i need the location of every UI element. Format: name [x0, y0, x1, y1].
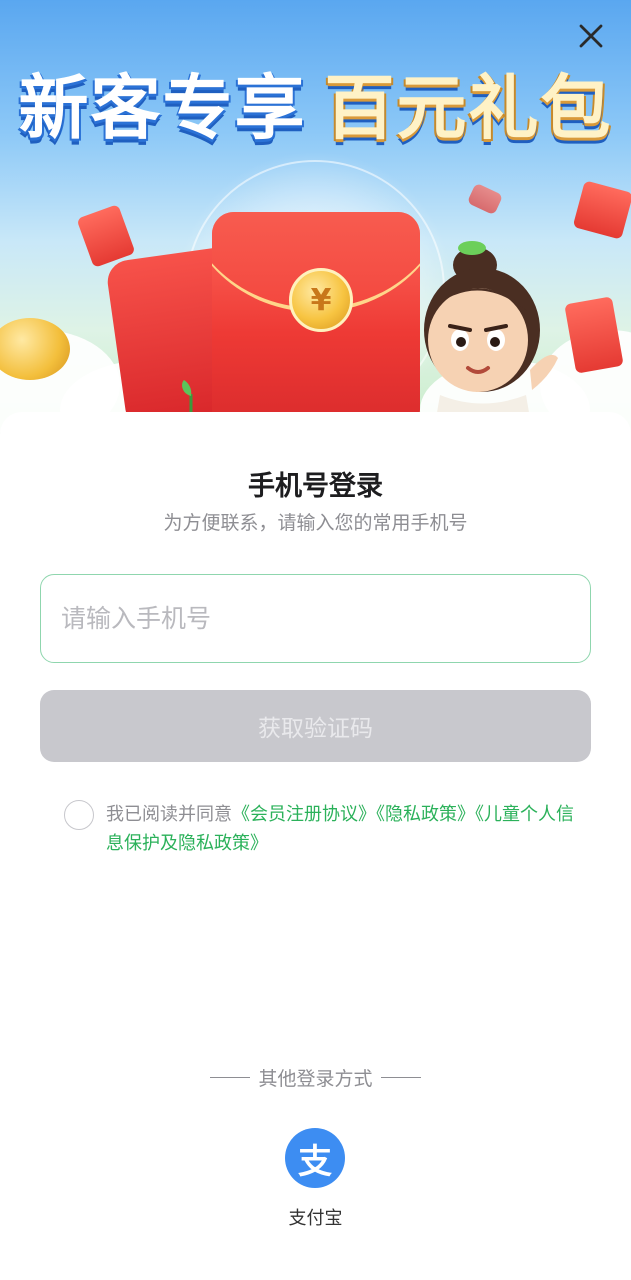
- yuan-coin-icon: ¥: [289, 268, 353, 332]
- close-icon: [579, 24, 603, 48]
- other-login-label: 其他登录方式: [258, 1068, 373, 1090]
- agreement-text: 我已阅读并同意《会员注册协议》《隐私政策》《儿童个人信息保护及隐私政策》: [106, 800, 584, 858]
- mini-envelope-icon: [572, 180, 631, 240]
- headline-gift-pack: 百元礼包: [324, 67, 613, 149]
- close-button[interactable]: [573, 18, 609, 54]
- get-code-button[interactable]: 获取验证码: [40, 690, 591, 762]
- phone-input[interactable]: [40, 574, 591, 663]
- other-login-divider: 其他登录方式: [0, 1064, 631, 1091]
- agreement-checkbox[interactable]: [64, 800, 94, 830]
- alipay-label: 支付宝: [288, 1208, 343, 1229]
- member-agreement-link[interactable]: 《会员注册协议》: [232, 804, 376, 825]
- mini-envelope-icon: [76, 204, 136, 268]
- coin-symbol: ¥: [310, 282, 332, 318]
- page-title: 手机号登录: [248, 471, 383, 502]
- alipay-login-button[interactable]: 支: [285, 1128, 345, 1188]
- page-subtitle: 为方便联系，请输入您的常用手机号: [163, 512, 468, 534]
- promo-headline: 新客专享 百元礼包: [0, 52, 631, 153]
- divider-line: [210, 1077, 251, 1078]
- sprout-icon: [182, 380, 193, 412]
- alipay-icon: 支: [298, 1141, 332, 1182]
- privacy-policy-link[interactable]: 《隐私政策》: [376, 804, 475, 825]
- agreement-prefix: 我已阅读并同意: [106, 804, 232, 825]
- mini-envelope-icon: [466, 182, 504, 216]
- promo-banner: ¥ 新客专享 百元礼包: [0, 0, 631, 440]
- divider-line: [380, 1077, 421, 1078]
- mascot-character-icon: [424, 241, 558, 430]
- login-card: 手机号登录 为方便联系，请输入您的常用手机号 获取验证码 我已阅读并同意《会员注…: [0, 412, 631, 1280]
- headline-new-customer: 新客专享: [18, 67, 307, 149]
